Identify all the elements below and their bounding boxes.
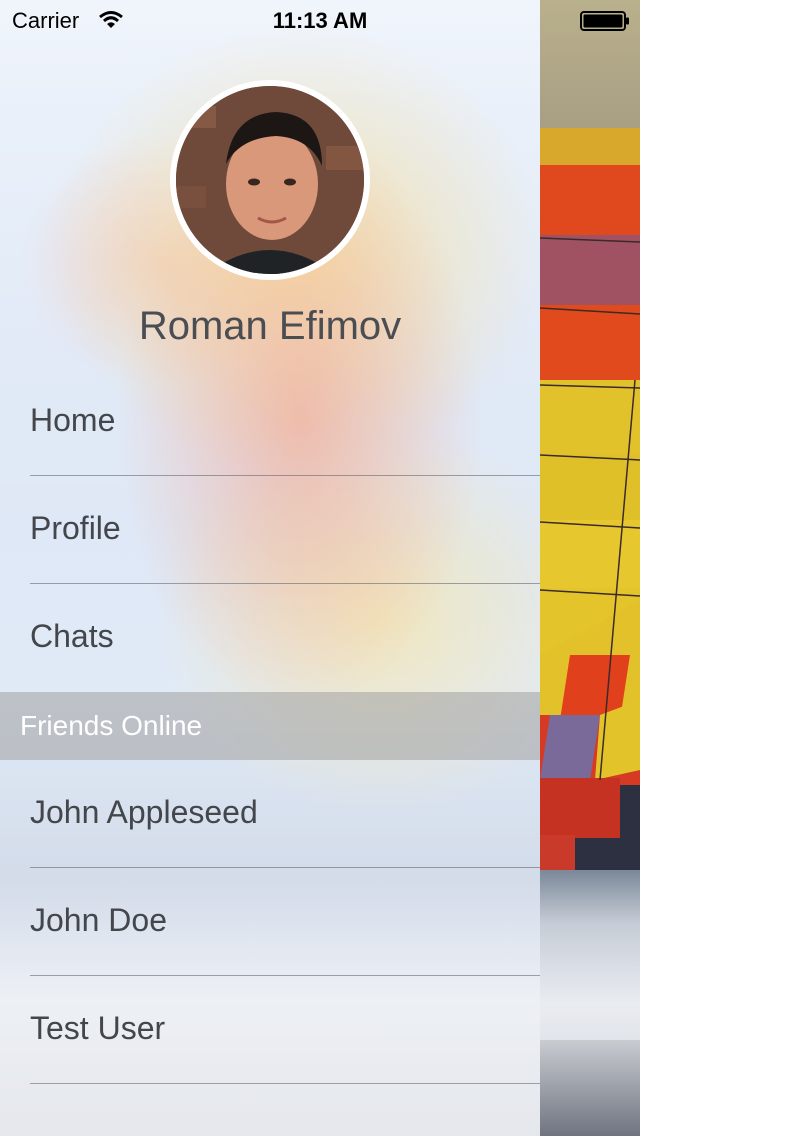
section-header-friends-online: Friends Online [0, 692, 540, 760]
profile-name: Roman Efimov [138, 304, 402, 348]
friend-item-john-appleseed[interactable]: John Appleseed [0, 760, 540, 868]
friend-item-label: Test User [30, 1010, 166, 1046]
phone-screen: Roman Efimov Home Profile Chats Friends … [0, 0, 640, 1136]
friend-item-label: John Appleseed [30, 794, 258, 830]
avatar-photo [176, 86, 364, 274]
friend-item-test-user[interactable]: Test User [0, 976, 540, 1084]
snow-slope [540, 1040, 640, 1136]
friend-item-label: John Doe [30, 902, 167, 938]
status-time: 11:13 AM [272, 8, 368, 33]
divider [30, 1083, 540, 1084]
side-menu: Roman Efimov Home Profile Chats Friends … [0, 0, 540, 1136]
friend-item-john-doe[interactable]: John Doe [0, 868, 540, 976]
avatar[interactable] [170, 80, 370, 280]
menu-item-label: Profile [30, 510, 121, 546]
menu-item-home[interactable]: Home [0, 368, 540, 476]
menu-item-label: Home [30, 402, 116, 438]
background-photo[interactable] [540, 0, 640, 1136]
section-header-label: Friends Online [20, 710, 203, 741]
menu-item-chats[interactable]: Chats [0, 584, 540, 692]
menu-item-label: Chats [30, 618, 114, 654]
battery-full-icon [580, 11, 630, 31]
status-bar: Carrier 11:13 AM [0, 0, 640, 40]
menu-item-profile[interactable]: Profile [0, 476, 540, 584]
